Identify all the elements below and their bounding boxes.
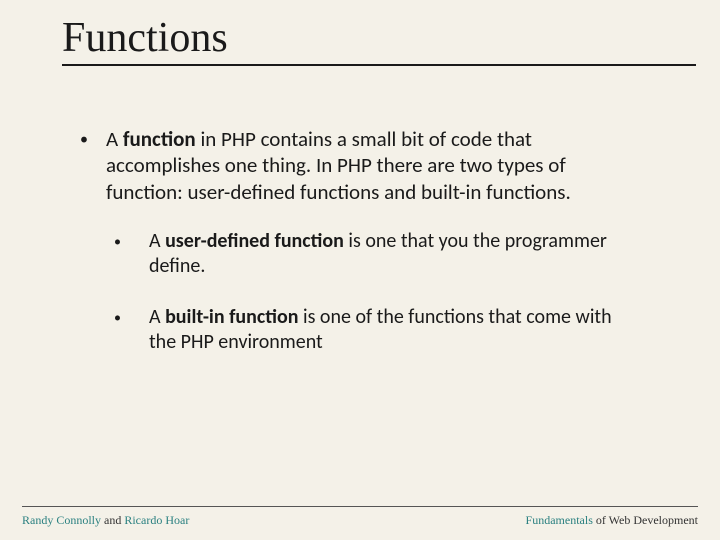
sub-bullet-text: A built-in function is one of the functi… <box>149 305 640 355</box>
slide-title: Functions <box>62 14 696 66</box>
text-prefix: A <box>149 305 165 329</box>
content-area: • A function in PHP contains a small bit… <box>0 76 720 540</box>
footer-row: Randy Connolly and Ricardo Hoar Fundamen… <box>22 513 698 528</box>
footer-divider <box>22 506 698 507</box>
title-container: Functions <box>0 0 720 76</box>
footer-right: Fundamentals of Web Development <box>526 513 698 528</box>
author-name: Randy Connolly <box>22 513 101 527</box>
book-title-word: Fundamentals <box>526 513 593 527</box>
text-bold: user-defined function <box>165 229 344 253</box>
text-bold: built-in function <box>165 305 298 329</box>
sub-bullet: • A user-defined function is one that yo… <box>114 229 640 279</box>
footer-left: Randy Connolly and Ricardo Hoar <box>22 513 189 528</box>
slide: Functions • A function in PHP contains a… <box>0 0 720 540</box>
footer: Randy Connolly and Ricardo Hoar Fundamen… <box>0 506 720 528</box>
footer-and: and <box>101 513 124 527</box>
bullet-icon: • <box>80 126 88 154</box>
main-bullet-text: A function in PHP contains a small bit o… <box>106 126 640 205</box>
bullet-icon: • <box>114 229 121 255</box>
main-bullet: • A function in PHP contains a small bit… <box>80 126 640 205</box>
bullet-icon: • <box>114 305 121 331</box>
text-bold: function <box>123 126 196 152</box>
text-prefix: A <box>106 126 123 152</box>
book-title-rest: of Web Development <box>593 513 698 527</box>
sub-bullet: • A built-in function is one of the func… <box>114 305 640 355</box>
text-prefix: A <box>149 229 165 253</box>
author-name: Ricardo Hoar <box>124 513 189 527</box>
sub-bullet-list: • A user-defined function is one that yo… <box>80 229 640 355</box>
sub-bullet-text: A user-defined function is one that you … <box>149 229 640 279</box>
